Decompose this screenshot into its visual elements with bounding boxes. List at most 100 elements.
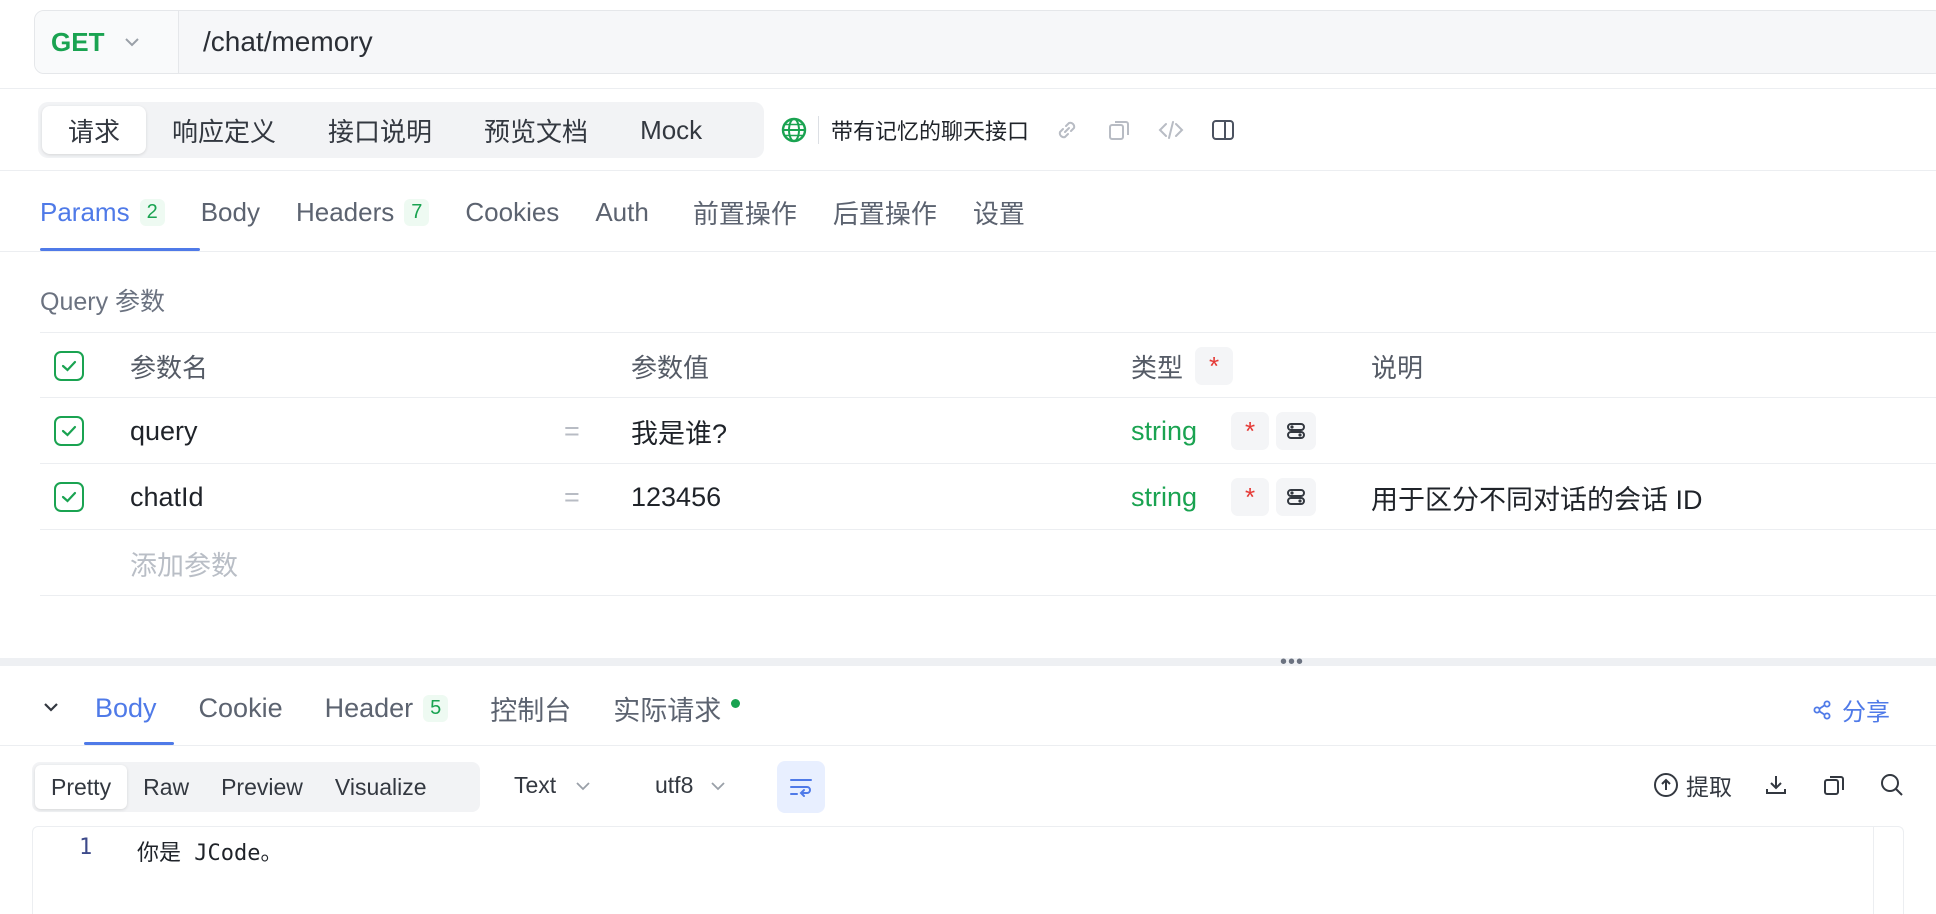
tab-pre-processors[interactable]: 前置操作 — [693, 194, 797, 231]
param-name-field[interactable]: chatId — [130, 464, 204, 530]
panel-splitter[interactable] — [0, 658, 1936, 666]
row-checkbox[interactable] — [54, 464, 86, 530]
response-tabs: Body Cookie Header 5 控制台 实际请求 — [95, 686, 782, 730]
required-badge: * — [1231, 478, 1269, 516]
response-tools: 提取 — [1622, 768, 1906, 802]
copy-icon[interactable] — [1105, 116, 1133, 144]
add-param-input[interactable]: 添加参数 — [130, 530, 238, 596]
select-all-checkbox[interactable] — [54, 333, 86, 399]
query-section-label: Query 参数 — [40, 288, 166, 316]
tab-response-header[interactable]: Header 5 — [325, 693, 449, 724]
wrap-icon — [790, 779, 812, 797]
tab-response-cookie[interactable]: Cookie — [199, 693, 283, 724]
query-params-table: 参数名 参数值 类型 * 说明 query = 我是谁? string * cha… — [40, 332, 1936, 596]
tab-response-definition[interactable]: 响应定义 — [146, 106, 302, 154]
download-button[interactable] — [1762, 771, 1790, 799]
sliders-icon — [1276, 478, 1316, 516]
divider — [818, 116, 819, 144]
param-type-select[interactable]: string — [1131, 464, 1197, 530]
code-line: 你是 JCode。 — [137, 841, 283, 866]
view-visualize[interactable]: Visualize — [319, 765, 443, 809]
required-toggle[interactable]: * — [1231, 464, 1269, 530]
share-label: 分享 — [1842, 699, 1890, 726]
word-wrap-button[interactable] — [777, 761, 825, 813]
chevron-down-icon — [125, 38, 140, 47]
tab-auth[interactable]: Auth — [595, 197, 649, 228]
share-button[interactable]: 分享 — [1810, 692, 1890, 727]
tab-label: Cookies — [465, 196, 560, 227]
tab-label: Headers — [295, 196, 395, 227]
encoding-value: utf8 — [655, 772, 694, 798]
panel-icon[interactable] — [1209, 116, 1237, 144]
tab-actual-request[interactable]: 实际请求 — [613, 689, 741, 728]
line-number: 1 — [79, 835, 93, 860]
column-header-value: 参数值 — [631, 352, 710, 383]
tab-api-description[interactable]: 接口说明 — [302, 106, 458, 154]
tab-console[interactable]: 控制台 — [490, 689, 571, 728]
upload-circle-icon — [1654, 773, 1678, 797]
globe-icon[interactable] — [780, 116, 808, 144]
check-icon — [61, 360, 77, 372]
url-input[interactable]: /chat/memory — [179, 26, 373, 58]
chevron-down-icon — [576, 781, 590, 790]
search-button[interactable] — [1878, 771, 1906, 799]
view-preview[interactable]: Preview — [205, 765, 319, 809]
tab-mock[interactable]: Mock — [614, 106, 728, 154]
tab-preview-doc[interactable]: 预览文档 — [458, 106, 614, 154]
encoding-select[interactable]: utf8 — [655, 772, 727, 799]
header-count-badge: 5 — [423, 694, 449, 722]
response-body-viewer[interactable]: 1 你是 JCode。 — [32, 826, 1904, 914]
divider — [0, 745, 1936, 746]
search-icon — [1881, 774, 1903, 796]
divider — [0, 251, 1936, 252]
check-icon — [61, 425, 77, 437]
tab-label: Body — [200, 196, 260, 227]
scrollbar[interactable] — [1873, 827, 1903, 914]
tab-request[interactable]: 请求 — [42, 106, 147, 154]
api-title[interactable]: 带有记忆的聊天接口 — [831, 114, 1029, 146]
required-toggle[interactable]: * — [1231, 398, 1269, 464]
param-settings-button[interactable] — [1276, 398, 1316, 464]
equals-sign: = — [564, 415, 580, 446]
tab-cookies[interactable]: Cookies — [465, 197, 559, 228]
tab-response-body[interactable]: Body — [95, 693, 157, 724]
param-type-select[interactable]: string — [1131, 398, 1197, 464]
main-tabs: 请求 响应定义 接口说明 预览文档 Mock — [38, 102, 764, 158]
equals-sign: = — [564, 481, 580, 512]
view-pretty[interactable]: Pretty — [35, 765, 128, 809]
copy-button[interactable] — [1820, 771, 1848, 799]
param-description-field[interactable]: 用于区分不同对话的会话 ID — [1371, 464, 1703, 530]
url-bar: GET /chat/memory — [34, 10, 1936, 74]
chevron-down-icon — [711, 781, 726, 790]
method-select[interactable]: GET — [35, 11, 179, 73]
param-name-field[interactable]: query — [130, 398, 198, 464]
param-value-field[interactable]: 123456 — [631, 464, 721, 530]
code-icon[interactable] — [1157, 116, 1185, 144]
tab-label: 设置 — [972, 198, 1025, 229]
tab-headers[interactable]: Headers 7 — [295, 196, 430, 228]
api-meta: 带有记忆的聊天接口 — [780, 112, 1237, 148]
row-checkbox[interactable] — [54, 398, 86, 464]
collapse-chevron-icon[interactable] — [40, 696, 62, 718]
drag-handle-icon[interactable]: ••• — [1280, 652, 1304, 672]
param-value-field[interactable]: 我是谁? — [631, 398, 727, 464]
tab-label: 实际请求 — [613, 695, 722, 726]
link-icon[interactable] — [1053, 116, 1081, 144]
required-header-badge: * — [1195, 347, 1234, 385]
extract-button[interactable]: 提取 — [1652, 768, 1732, 802]
required-badge: * — [1231, 412, 1269, 450]
table-row: chatId = 123456 string * 用于区分不同对话的会话 ID — [40, 464, 1936, 530]
table-header-row: 参数名 参数值 类型 * 说明 — [40, 332, 1936, 398]
checkbox — [54, 416, 84, 446]
param-settings-button[interactable] — [1276, 464, 1316, 530]
params-count-badge: 2 — [139, 198, 165, 226]
tab-params[interactable]: Params 2 — [40, 197, 165, 228]
method-label: GET — [51, 26, 105, 57]
view-raw[interactable]: Raw — [127, 765, 205, 809]
format-select[interactable]: Text — [514, 772, 592, 799]
tab-post-processors[interactable]: 后置操作 — [833, 194, 937, 231]
view-mode-tabs: Pretty Raw Preview Visualize — [32, 762, 480, 812]
tab-body[interactable]: Body — [201, 197, 260, 228]
share-icon — [1813, 700, 1831, 719]
tab-settings[interactable]: 设置 — [973, 194, 1025, 231]
